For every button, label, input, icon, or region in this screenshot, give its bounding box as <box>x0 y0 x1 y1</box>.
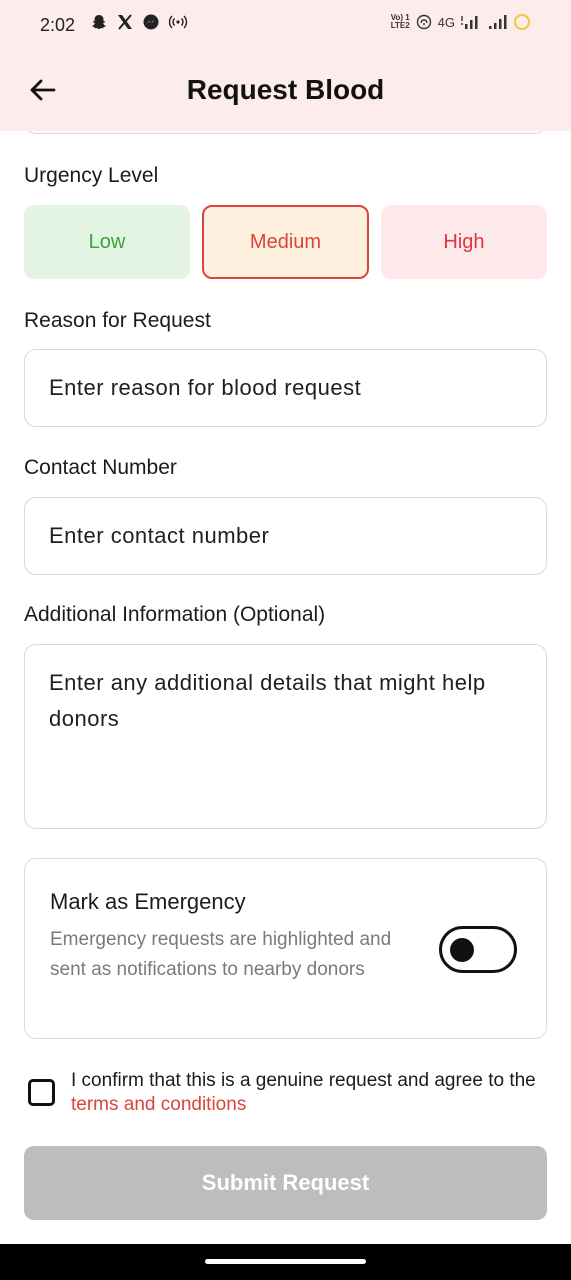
emergency-toggle[interactable] <box>439 926 517 973</box>
urgency-low-option[interactable]: Low <box>24 205 190 279</box>
x-icon <box>118 14 132 30</box>
status-bar: 2:02 Vo) 1 LTE2 4G <box>0 0 571 50</box>
wifi-calling-icon <box>416 14 431 30</box>
emergency-description: Emergency requests are highlighted and s… <box>50 929 392 980</box>
urgency-medium-option[interactable]: Medium <box>202 205 369 279</box>
additional-info-label: Additional Information (Optional) <box>24 603 326 626</box>
app-bar-bottom <box>0 118 571 131</box>
home-handle[interactable] <box>205 1259 366 1264</box>
page-title: Request Blood <box>186 74 385 105</box>
terms-link[interactable]: terms and conditions <box>71 1094 246 1115</box>
urgency-high-option[interactable]: High <box>381 205 547 279</box>
reason-input[interactable]: Enter reason for blood request <box>24 349 547 427</box>
signal-icon <box>489 15 507 29</box>
hotspot-icon <box>168 15 188 29</box>
messenger-icon <box>143 14 159 30</box>
status-right-icons: Vo) 1 LTE2 4G <box>391 13 531 31</box>
submit-button[interactable]: Submit Request <box>24 1146 547 1220</box>
confirm-text-body: I confirm that this is a genuine request… <box>71 1070 536 1091</box>
additional-info-textarea[interactable]: Enter any additional details that might … <box>24 644 547 829</box>
status-left-icons <box>90 13 188 31</box>
contact-placeholder: Enter contact number <box>49 523 270 548</box>
confirm-checkbox[interactable] <box>28 1079 55 1106</box>
confirm-text: I confirm that this is a genuine request… <box>71 1069 556 1117</box>
signal-4g-icon <box>461 16 478 29</box>
contact-label: Contact Number <box>24 456 177 479</box>
snapchat-icon <box>91 15 107 29</box>
status-time: 2:02 <box>40 15 76 35</box>
network-type: 4G <box>437 14 455 30</box>
volte-label: Vo) 1 LTE2 <box>391 14 410 30</box>
volte-bottom: LTE2 <box>390 21 410 30</box>
system-nav-bar <box>0 1244 571 1280</box>
contact-number-input[interactable]: Enter contact number <box>24 497 547 575</box>
toggle-knob <box>450 938 474 962</box>
reason-placeholder: Enter reason for blood request <box>49 375 362 400</box>
reason-label: Reason for Request <box>24 309 211 332</box>
additional-info-placeholder: Enter any additional details that might … <box>49 670 486 731</box>
emergency-card: Mark as Emergency Emergency requests are… <box>24 858 547 1039</box>
emergency-title: Mark as Emergency <box>50 889 246 914</box>
battery-icon <box>513 13 531 31</box>
urgency-label: Urgency Level <box>24 164 159 187</box>
urgency-options: Low Medium High <box>24 205 547 279</box>
